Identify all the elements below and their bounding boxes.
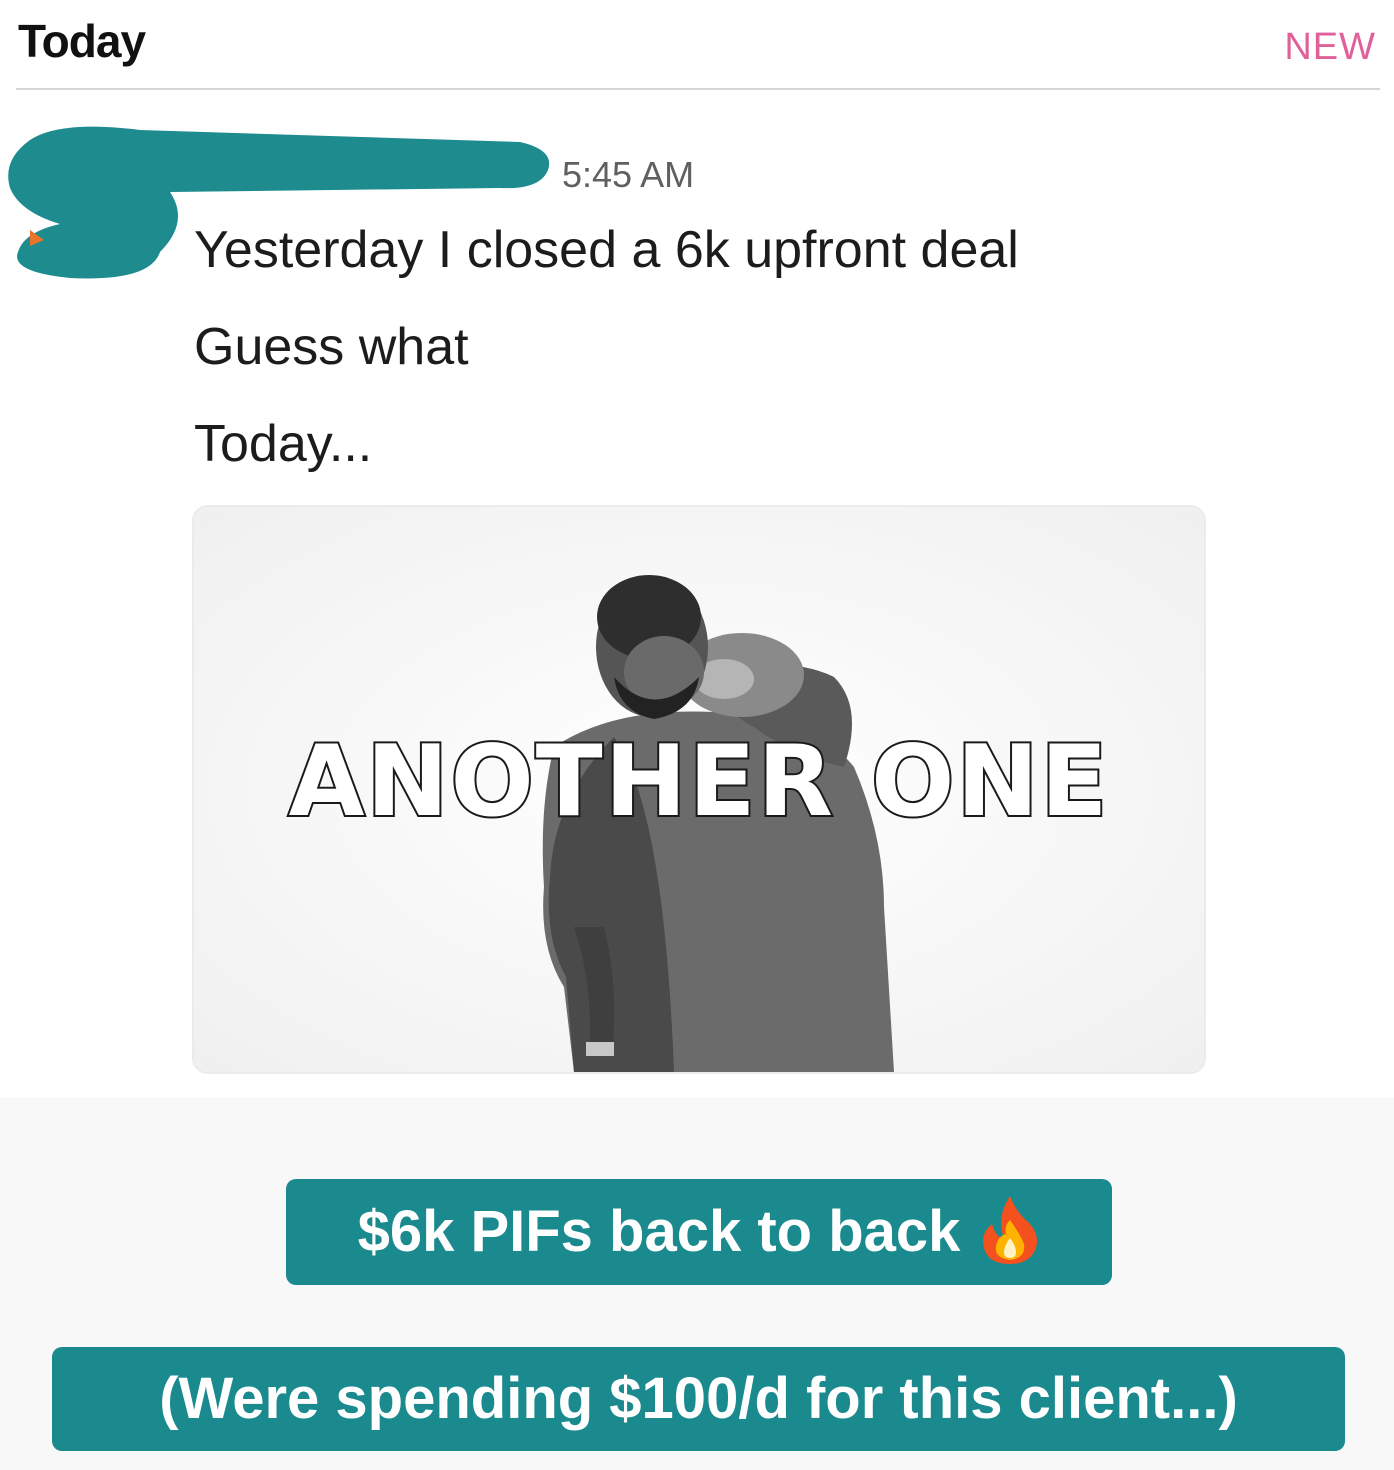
section-header: Today NEW <box>0 0 1394 90</box>
fire-icon <box>980 1194 1040 1266</box>
gif-caption-text: ANOTHER ONE <box>287 723 1110 841</box>
message-text-line: Today... <box>194 415 373 473</box>
message-text-line: Guess what <box>194 318 469 376</box>
gif-attachment[interactable]: ANOTHER ONE <box>192 505 1206 1074</box>
overlay-banner-spending: (Were spending $100/d for this client...… <box>52 1347 1345 1451</box>
overlay-banner-pifs-text: $6k PIFs back to back <box>357 1199 961 1264</box>
message-timestamp[interactable]: 5:45 AM <box>562 154 694 196</box>
day-divider-line <box>16 88 1380 90</box>
day-divider-label: Today <box>18 15 146 67</box>
new-messages-badge[interactable]: NEW <box>1284 26 1376 69</box>
overlay-banner-pifs: $6k PIFs back to back <box>286 1179 1112 1285</box>
message-text-line: Yesterday I closed a 6k upfront deal <box>194 221 1019 279</box>
